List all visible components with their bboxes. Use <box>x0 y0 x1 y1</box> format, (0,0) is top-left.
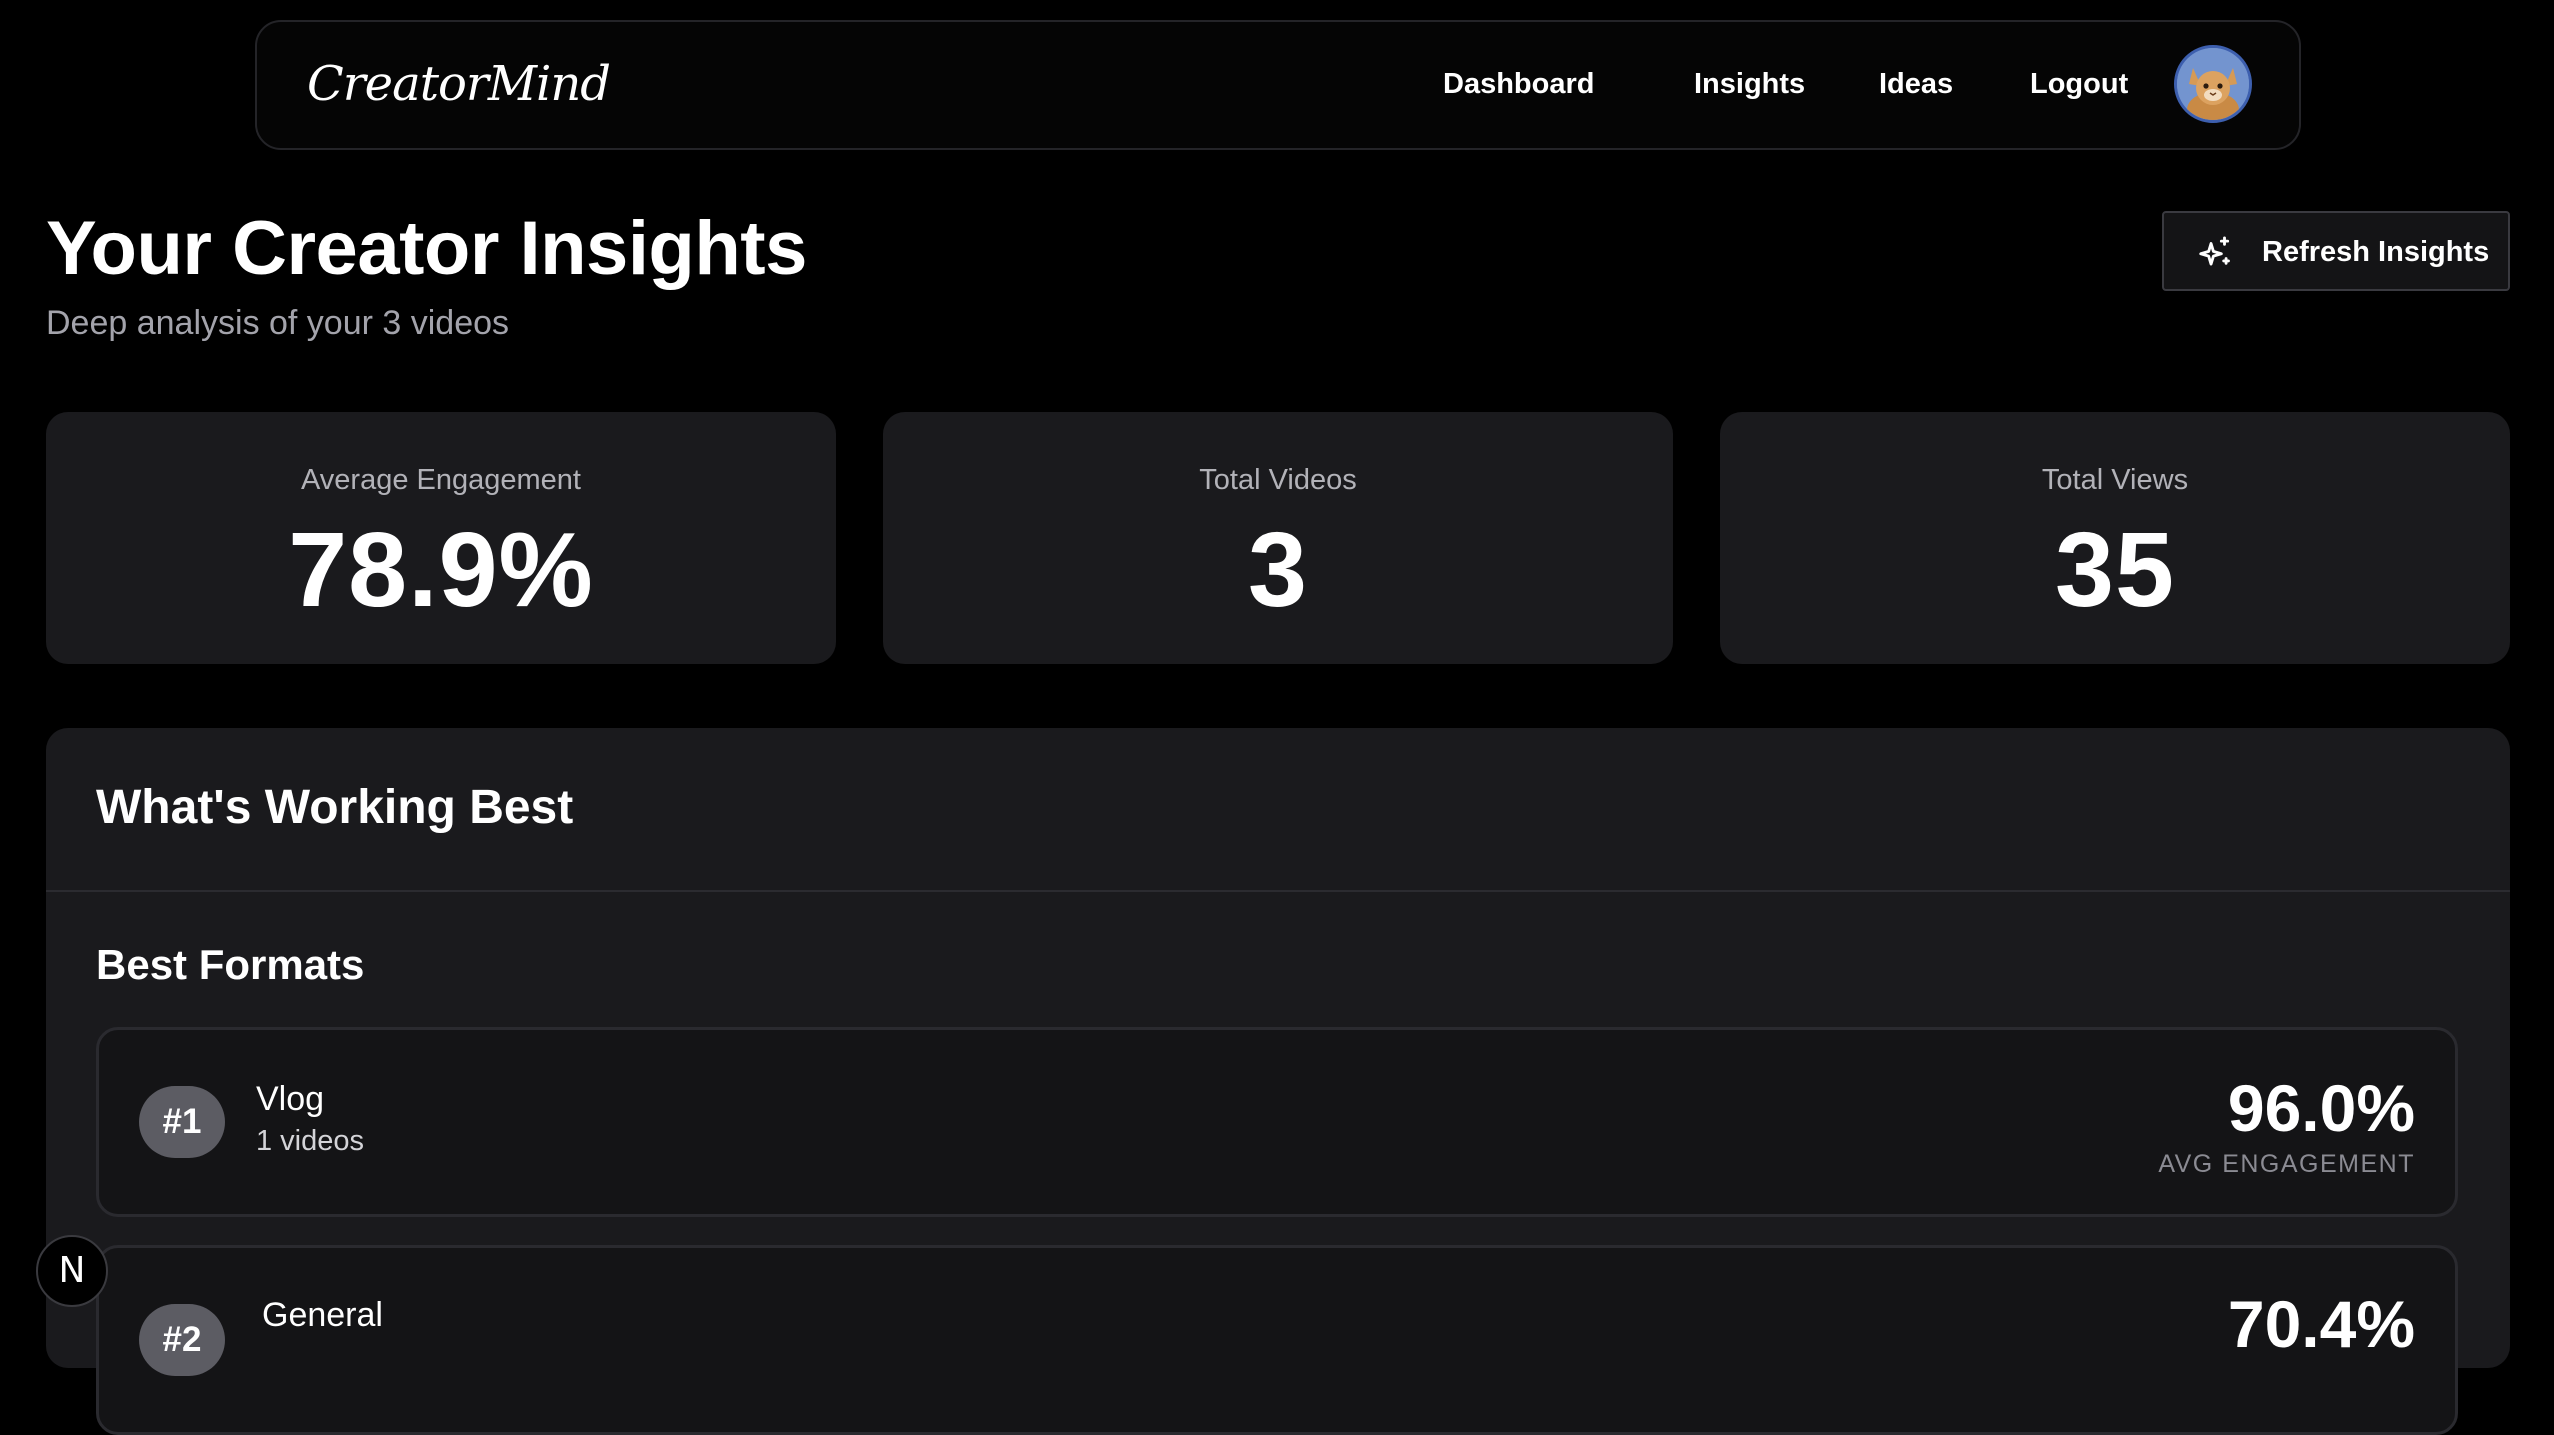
panel-divider <box>46 890 2510 892</box>
page-subtitle: Deep analysis of your 3 videos <box>46 304 510 342</box>
refresh-insights-label: Refresh Insights <box>2262 236 2490 268</box>
stat-value: 3 <box>1248 511 1308 629</box>
page-title: Your Creator Insights <box>46 206 807 291</box>
whats-working-best-panel: What's Working Best Best Formats #1 Vlog… <box>46 728 2510 1435</box>
nav-link-insights[interactable]: Insights <box>1694 68 1805 101</box>
nav-link-ideas[interactable]: Ideas <box>1879 68 1953 101</box>
panel-title: What's Working Best <box>96 781 574 834</box>
format-name: Vlog <box>256 1080 325 1118</box>
refresh-insights-button[interactable]: Refresh Insights <box>2162 211 2510 291</box>
sparkles-icon <box>2199 236 2230 266</box>
stat-card-average-engagement: Average Engagement 78.9% <box>46 412 836 664</box>
stat-value: 35 <box>2055 511 2175 629</box>
format-video-count: 1 videos <box>256 1125 365 1157</box>
format-avg-engagement: 70.4% <box>2227 1287 2415 1361</box>
format-avg-engagement: 96.0% <box>2227 1071 2415 1145</box>
stat-label: Total Videos <box>1199 464 1357 496</box>
rank-badge: #1 <box>139 1086 225 1158</box>
stat-label: Total Views <box>2041 464 2189 496</box>
best-formats-title: Best Formats <box>96 941 365 988</box>
nav-link-logout[interactable]: Logout <box>2030 68 2128 101</box>
cat-avatar-icon <box>2177 48 2249 120</box>
format-name: General <box>262 1296 383 1334</box>
format-engagement-caption: AVG ENGAGEMENT <box>2158 1150 2415 1178</box>
stat-card-total-videos: Total Videos 3 <box>883 412 1673 664</box>
stat-card-total-views: Total Views 35 <box>1720 412 2510 664</box>
stat-value: 78.9% <box>288 511 594 629</box>
app-logo[interactable]: CreatorMind <box>307 56 611 112</box>
nav-link-dashboard[interactable]: Dashboard <box>1443 68 1594 101</box>
format-row[interactable]: #1 Vlog 1 videos 96.0% AVG ENGAGEMENT <box>96 1027 2458 1217</box>
rank-badge: #2 <box>139 1304 225 1376</box>
stat-label: Average Engagement <box>300 464 581 496</box>
user-avatar[interactable] <box>2174 45 2252 123</box>
format-row[interactable]: #2 General 70.4% <box>96 1245 2458 1435</box>
nextjs-dev-badge[interactable]: N <box>36 1235 108 1307</box>
top-navbar: CreatorMind Dashboard Insights Ideas Log… <box>255 20 2301 150</box>
